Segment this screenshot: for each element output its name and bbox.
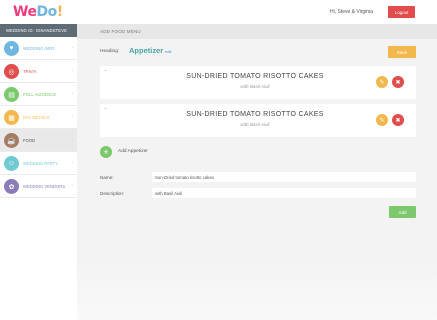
- food-item-name: SUN-DRIED TOMATO RISOTTO CAKES: [186, 111, 324, 118]
- sidebar-item-label: WEDDING PARTY: [23, 160, 58, 166]
- heading-value: Appetizer: [129, 46, 164, 55]
- logo-do-text: Do: [36, 4, 57, 20]
- logo-bang-text: !: [56, 4, 63, 20]
- chevron-right-icon: ›: [71, 91, 73, 97]
- edit-heading-link[interactable]: edit: [165, 49, 171, 54]
- chevron-right-icon: ›: [71, 45, 73, 51]
- edit-pencil-icon[interactable]: ✎: [376, 114, 388, 126]
- chevron-right-icon: ›: [71, 137, 73, 143]
- trivia-icon: ◎: [4, 64, 19, 79]
- wedding-id-value: GINANDSTEVE: [35, 28, 67, 33]
- calendar-icon: ▦: [4, 110, 19, 125]
- sidebar-item-label: DAY DETAILS: [23, 114, 50, 120]
- sidebar-item-label: POLL AUDIENCE: [23, 91, 57, 97]
- wedding-id-prefix: WEDDING ID:: [6, 28, 34, 33]
- plus-icon: +: [100, 145, 112, 158]
- chevron-right-icon: ›: [71, 114, 73, 120]
- food-item-description: with Basil Aioli: [240, 122, 270, 127]
- name-label: Name:: [100, 175, 114, 180]
- name-input[interactable]: [152, 172, 416, 182]
- description-input[interactable]: [152, 188, 416, 198]
- delete-trash-icon[interactable]: ✖: [392, 114, 404, 126]
- add-button[interactable]: Add: [389, 206, 416, 218]
- user-greeting: Hi, Steve & Virginia: [330, 9, 373, 15]
- vendors-icon: ✿: [4, 179, 19, 194]
- heading-label: Heading:: [100, 49, 120, 54]
- food-item-description: with Basil Aioli: [240, 84, 270, 89]
- edit-pencil-icon[interactable]: ✎: [376, 76, 388, 88]
- add-appetizer-button[interactable]: + Add Appetizer: [100, 145, 148, 158]
- wedo-logo[interactable]: WeDo!: [13, 4, 63, 20]
- wedding-id-header: WEDDING ID: GINANDSTEVE: [0, 24, 77, 37]
- heart-icon: ♥: [4, 41, 19, 56]
- sidebar-item-label: TRIVIA: [23, 68, 37, 74]
- save-button[interactable]: Save: [388, 46, 416, 58]
- chevron-right-icon: ›: [71, 68, 73, 74]
- sidebar: WEDDING ID: GINANDSTEVE ♥ WEDDING INFO › ◎ T…: [0, 24, 77, 320]
- chevron-right-icon: ›: [71, 160, 73, 166]
- page-title: ADD FOOD MENU: [100, 29, 141, 34]
- page-header: ADD FOOD MENU: [77, 24, 437, 39]
- logout-button[interactable]: Logout: [388, 6, 415, 18]
- sidebar-item-label: WEDDING INFO: [23, 45, 55, 51]
- sidebar-item-wedding-info[interactable]: ♥ WEDDING INFO ›: [0, 37, 77, 60]
- sidebar-item-trivia[interactable]: ◎ TRIVIA ›: [0, 60, 77, 83]
- delete-trash-icon[interactable]: ✖: [392, 76, 404, 88]
- sidebar-item-poll-audience[interactable]: ▤ POLL AUDIENCE ›: [0, 83, 77, 106]
- sidebar-item-day-details[interactable]: ▦ DAY DETAILS ›: [0, 106, 77, 129]
- sidebar-item-label: FOOD: [23, 137, 36, 143]
- sidebar-item-label: WEDDING VENDORS: [23, 183, 66, 189]
- top-bar: WeDo! Hi, Steve & Virginia Logout: [0, 0, 437, 24]
- chevron-right-icon: ›: [71, 183, 73, 189]
- description-label: Description:: [100, 191, 125, 196]
- party-icon: ☺: [4, 156, 19, 171]
- food-item-name: SUN-DRIED TOMATO RISOTTO CAKES: [186, 73, 324, 80]
- food-item-card: + SUN-DRIED TOMATO RISOTTO CAKES with Ba…: [100, 104, 416, 137]
- sidebar-item-wedding-vendors[interactable]: ✿ WEDDING VENDORS ›: [0, 175, 77, 198]
- sidebar-item-food[interactable]: ☕ FOOD ›: [0, 129, 77, 152]
- add-appetizer-label: Add Appetizer: [118, 149, 148, 154]
- heading-row: Heading: Appetizer edit Save: [100, 46, 416, 58]
- food-item-card: + SUN-DRIED TOMATO RISOTTO CAKES with Ba…: [100, 66, 416, 99]
- sidebar-item-wedding-party[interactable]: ☺ WEDDING PARTY ›: [0, 152, 77, 175]
- logo-we-text: We: [13, 4, 37, 20]
- content-background: [77, 260, 437, 320]
- poll-icon: ▤: [4, 87, 19, 102]
- food-icon: ☕: [4, 133, 19, 148]
